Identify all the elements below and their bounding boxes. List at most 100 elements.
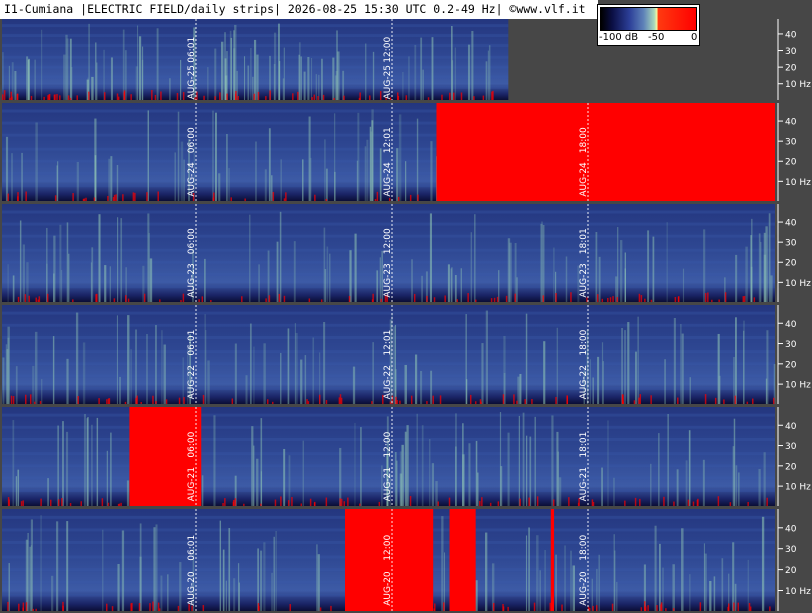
activity-streak (360, 427, 362, 506)
activity-streak (394, 451, 397, 506)
activity-streak (354, 233, 357, 302)
noise-spike (152, 395, 154, 404)
activity-streak (758, 233, 761, 302)
activity-streak (517, 376, 520, 404)
noise-spike (24, 294, 27, 302)
noise-spike (182, 92, 185, 100)
noise-spike (98, 398, 100, 404)
hour-marker-label: 06:00 (187, 127, 197, 153)
activity-streak (220, 41, 224, 100)
noise-spike (549, 602, 551, 611)
noise-spike (152, 601, 154, 611)
noise-spike (96, 293, 98, 302)
noise-spike (502, 394, 505, 404)
activity-streak (302, 440, 304, 506)
activity-streak (556, 431, 559, 506)
noise-spike (747, 502, 749, 506)
frequency-tick-label: 10 Hz (785, 587, 811, 597)
activity-streak (138, 36, 142, 100)
activity-streak (309, 157, 312, 201)
noise-spike (103, 92, 106, 100)
activity-streak (324, 269, 327, 302)
activity-streak (10, 153, 14, 201)
noise-spike (154, 94, 157, 100)
frequency-tick-label: 10 Hz (785, 483, 811, 493)
noise-spike (151, 90, 153, 100)
activity-streak (770, 275, 773, 302)
noise-spike (555, 396, 557, 404)
noise-spike (339, 498, 341, 506)
noise-spike (516, 400, 518, 404)
day-strip-aug-24: 06:00 AUG-24 12:01 AUG-24 18:00 AUG-24 40 30 20 1… (2, 103, 812, 201)
noise-spike (29, 394, 32, 404)
activity-streak (703, 543, 706, 611)
noise-spike (203, 95, 205, 100)
activity-streak (620, 240, 623, 302)
noise-spike (280, 496, 282, 506)
activity-streak (420, 370, 423, 404)
noise-spike (729, 502, 732, 506)
noise-spike (707, 292, 709, 302)
activity-streak (149, 258, 153, 302)
noise-spike (265, 298, 267, 302)
activity-streak (98, 214, 101, 302)
noise-spike (482, 95, 485, 100)
saturation-region (550, 509, 555, 611)
activity-streak (408, 56, 410, 100)
noise-spike (633, 400, 636, 404)
noise-spike (130, 94, 132, 100)
activity-streak (468, 443, 471, 506)
noise-spike (372, 293, 374, 302)
noise-spike (479, 501, 481, 506)
noise-spike (214, 96, 216, 100)
activity-streak (108, 158, 111, 201)
activity-streak (302, 159, 304, 201)
activity-streak (21, 152, 23, 201)
activity-streak (7, 264, 9, 302)
activity-streak (300, 359, 303, 404)
activity-streak (422, 69, 424, 100)
activity-streak (280, 159, 282, 201)
legend-label-mid: -50 (648, 32, 665, 43)
noise-spike (475, 299, 477, 302)
date-label: AUG-23 (579, 263, 589, 297)
activity-streak (474, 214, 476, 302)
activity-streak (68, 253, 70, 302)
noise-spike (417, 194, 419, 201)
noise-spike (638, 397, 640, 404)
activity-streak (15, 476, 17, 506)
noise-spike (524, 399, 526, 404)
noise-spike (555, 293, 557, 302)
noise-spike (497, 501, 500, 506)
hour-marker-label: 12:00 (383, 228, 393, 254)
activity-streak (298, 42, 301, 100)
noise-spike (656, 605, 658, 611)
activity-streak (662, 567, 664, 611)
noise-spike (437, 501, 440, 506)
activity-streak (249, 214, 251, 302)
noise-spike (69, 97, 72, 100)
noise-spike (733, 602, 735, 611)
noise-spike (234, 498, 237, 506)
activity-streak (253, 346, 255, 404)
activity-streak (379, 257, 381, 302)
noise-spike (433, 608, 435, 611)
activity-streak (471, 30, 474, 100)
activity-streak (398, 114, 402, 201)
activity-streak (420, 37, 423, 100)
activity-streak (553, 247, 555, 302)
noise-spike (325, 198, 328, 201)
activity-streak (267, 250, 270, 302)
noise-spike (8, 499, 10, 506)
activity-streak (429, 213, 433, 302)
noise-spike (160, 91, 162, 100)
hour-marker-label: 06:01 (187, 330, 197, 356)
activity-streak (35, 122, 38, 201)
activity-streak (258, 264, 260, 302)
activity-streak (518, 415, 520, 506)
activity-streak (751, 218, 753, 302)
date-label: AUG-20 (579, 571, 589, 606)
activity-streak (110, 156, 113, 201)
frequency-tick-label: 40 (785, 422, 797, 432)
activity-streak (214, 48, 217, 100)
